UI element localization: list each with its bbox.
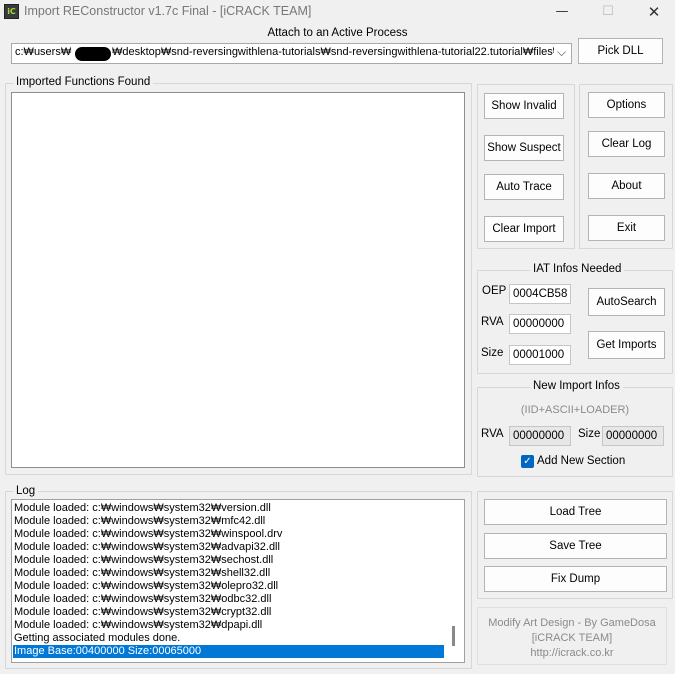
- log-list[interactable]: Module loaded: c:₩windows₩system32₩versi…: [11, 499, 465, 663]
- about-button[interactable]: About: [588, 173, 665, 199]
- load-tree-button[interactable]: Load Tree: [484, 499, 667, 525]
- log-line: Module loaded: c:₩windows₩system32₩secho…: [14, 554, 274, 566]
- log-line: Getting associated modules done.: [14, 632, 181, 644]
- redacted-username: [75, 47, 111, 61]
- save-tree-button[interactable]: Save Tree: [484, 533, 667, 559]
- close-button[interactable]: ✕: [631, 0, 675, 24]
- maximize-button[interactable]: ☐: [585, 0, 631, 24]
- new-rva-label: RVA: [481, 428, 504, 440]
- log-line: Module loaded: c:₩windows₩system32₩shell…: [14, 567, 271, 579]
- log-line: Module loaded: c:₩windows₩system32₩dpapi…: [14, 619, 263, 631]
- rva-field[interactable]: 00000000: [509, 314, 571, 334]
- log-line: Module loaded: c:₩windows₩system32₩versi…: [14, 502, 271, 514]
- clear-log-button[interactable]: Clear Log: [588, 131, 665, 157]
- add-new-section-checkbox[interactable]: ✓: [521, 455, 534, 468]
- log-line-selected: Image Base:00400000 Size:00065000: [13, 645, 444, 658]
- imported-functions-tree[interactable]: [11, 92, 465, 468]
- pick-dll-button[interactable]: Pick DLL: [578, 38, 663, 64]
- credits-panel: Modify Art Design - By GameDosa [iCRACK …: [477, 607, 667, 665]
- imported-functions-label: Imported Functions Found: [13, 76, 154, 88]
- show-suspect-button[interactable]: Show Suspect: [484, 135, 564, 161]
- credits-link[interactable]: http://icrack.co.kr: [478, 646, 666, 661]
- log-line: Module loaded: c:₩windows₩system32₩crypt…: [14, 606, 272, 618]
- log-scrollbar-thumb[interactable]: [452, 626, 455, 646]
- log-label: Log: [13, 485, 39, 497]
- new-import-infos-label: New Import Infos: [530, 380, 623, 392]
- new-size-label: Size: [578, 428, 601, 440]
- rva-label: RVA: [481, 316, 504, 328]
- show-invalid-button[interactable]: Show Invalid: [484, 93, 564, 119]
- credits-line-2: [iCRACK TEAM]: [531, 632, 613, 644]
- log-line: Module loaded: c:₩windows₩system32₩olepr…: [14, 580, 279, 592]
- iat-infos-label: IAT Infos Needed: [530, 263, 625, 275]
- auto-trace-button[interactable]: Auto Trace: [484, 174, 564, 200]
- log-line: Module loaded: c:₩windows₩system32₩mfc42…: [14, 515, 266, 527]
- exit-button[interactable]: Exit: [588, 215, 665, 241]
- window-title: Import REConstructor v1.7c Final - [iCRA…: [24, 4, 312, 18]
- options-button[interactable]: Options: [588, 92, 665, 118]
- minimize-button[interactable]: —: [539, 0, 585, 24]
- size-label: Size: [481, 347, 504, 359]
- process-select[interactable]: c:₩users₩ ₩desktop₩snd-reversingwithlena…: [11, 43, 572, 64]
- log-line: Module loaded: c:₩windows₩system32₩odbc3…: [14, 593, 272, 605]
- attach-process-label: Attach to an Active Process: [267, 27, 408, 39]
- size-field[interactable]: 00001000: [509, 345, 571, 365]
- credits-line-1: Modify Art Design - By GameDosa: [488, 617, 656, 629]
- add-new-section-label: Add New Section: [537, 455, 626, 467]
- autosearch-button[interactable]: AutoSearch: [588, 288, 665, 316]
- oep-field[interactable]: 0004CB58: [509, 284, 571, 304]
- app-icon: iC: [4, 4, 19, 19]
- get-imports-button[interactable]: Get Imports: [588, 331, 665, 359]
- new-import-subtitle: (IID+ASCII+LOADER): [520, 404, 630, 416]
- fix-dump-button[interactable]: Fix Dump: [484, 566, 667, 592]
- process-path-rest: ₩desktop₩snd-reversingwithlena-tutorials…: [112, 46, 554, 58]
- log-line: Module loaded: c:₩windows₩system32₩winsp…: [14, 528, 283, 540]
- process-path-start: c:₩users₩: [15, 46, 72, 58]
- log-line: Module loaded: c:₩windows₩system32₩advap…: [14, 541, 280, 553]
- new-size-field: 00000000: [602, 426, 664, 446]
- clear-import-button[interactable]: Clear Import: [484, 216, 564, 242]
- oep-label: OEP: [482, 285, 507, 297]
- new-rva-field: 00000000: [509, 426, 571, 446]
- chevron-down-icon[interactable]: ⌵: [557, 45, 566, 60]
